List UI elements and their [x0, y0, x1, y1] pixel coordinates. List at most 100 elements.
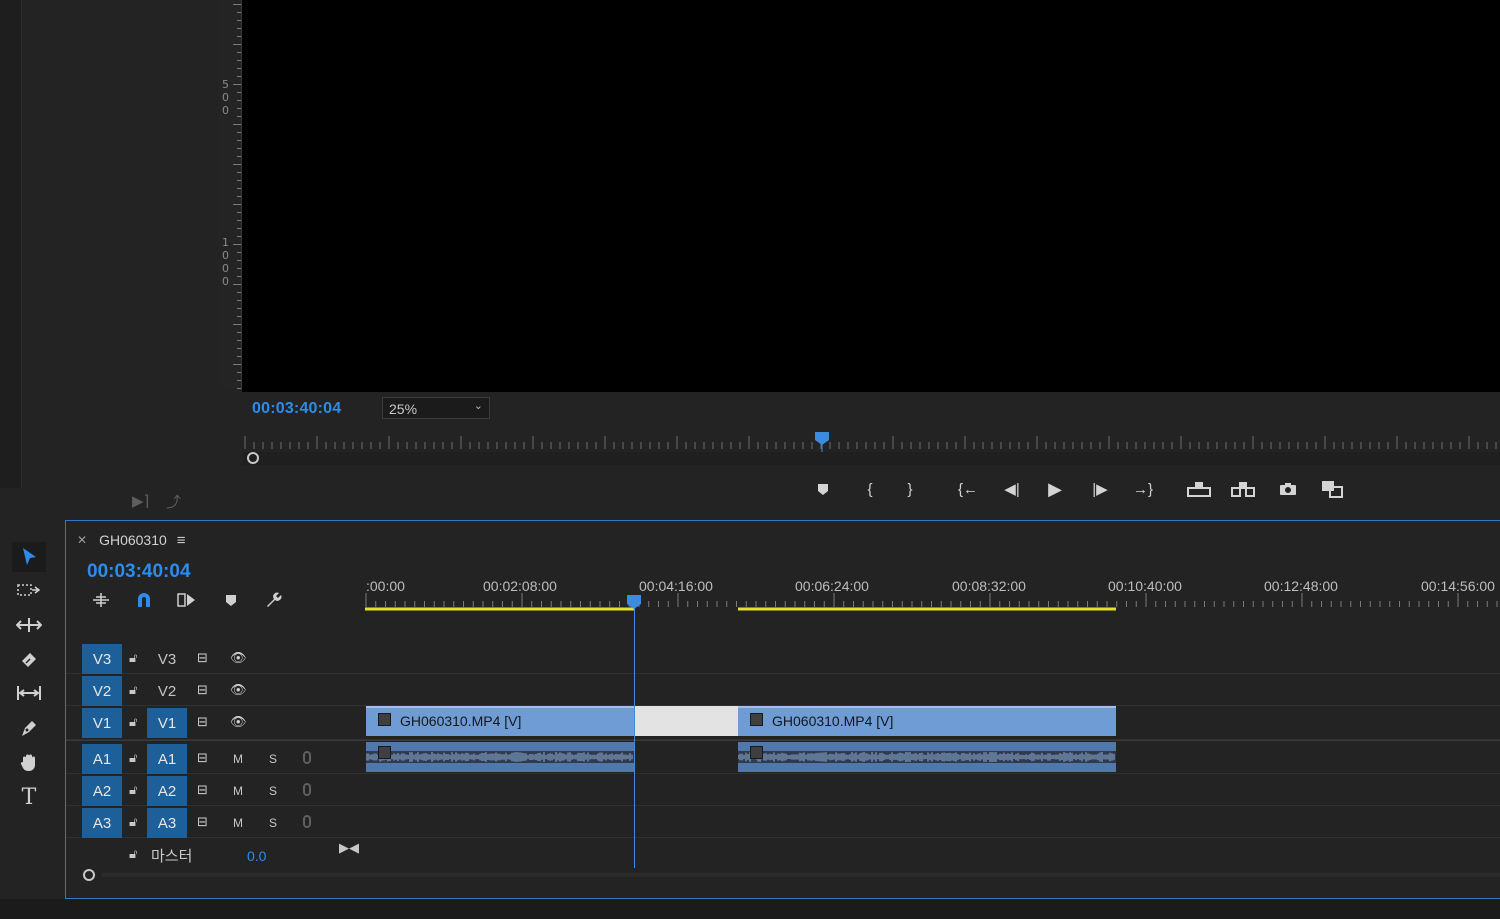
audio-clip[interactable]	[366, 742, 634, 772]
sync-lock-icon[interactable]: ⊟	[197, 782, 208, 798]
type-tool-icon[interactable]: T	[12, 782, 46, 812]
track-target-a1[interactable]: A1	[147, 744, 187, 774]
go-to-end-icon[interactable]: ▶◀	[339, 840, 359, 856]
source-patch-v2[interactable]: V2	[82, 676, 122, 706]
source-patch-a2[interactable]: A2	[82, 776, 122, 806]
camera-icon[interactable]	[1273, 474, 1303, 504]
snap-icon[interactable]	[133, 590, 155, 610]
microphone-icon[interactable]	[303, 783, 311, 796]
lock-icon[interactable]: 🔓︎	[129, 782, 143, 798]
razor-tool-icon[interactable]	[12, 644, 46, 674]
video-clip[interactable]: GH060310.MP4 [V]	[738, 706, 1116, 736]
panel-menu-icon[interactable]: ≡	[177, 532, 186, 549]
eye-icon[interactable]: 👁︎	[230, 682, 247, 698]
fx-badge-icon	[750, 746, 763, 759]
play-icon[interactable]: ▶	[1040, 474, 1070, 504]
mute-button[interactable]: M	[233, 784, 243, 798]
lock-icon[interactable]: 🔓︎	[129, 750, 143, 766]
track-target-v3[interactable]: V3	[147, 644, 187, 674]
zoom-dropdown[interactable]: 25% ⌄	[382, 397, 490, 419]
ruler-tick	[233, 324, 241, 325]
sync-lock-icon[interactable]: ⊟	[197, 714, 208, 730]
playhead-line[interactable]	[634, 606, 635, 868]
timeline-time-ruler[interactable]: :00:00 00:02:08:00 00:04:16:00 00:06:24:…	[364, 571, 1500, 611]
microphone-icon[interactable]	[303, 815, 311, 828]
close-icon[interactable]: ✕	[77, 533, 87, 547]
gap-selection[interactable]	[635, 706, 738, 736]
nest-icon[interactable]	[90, 590, 112, 610]
master-volume[interactable]: 0.0	[247, 848, 266, 864]
source-patch-a1[interactable]: A1	[82, 744, 122, 774]
timeline-timecode[interactable]: 00:03:40:04	[87, 561, 191, 583]
lock-icon[interactable]: 🔓︎	[129, 714, 143, 730]
lock-icon[interactable]: 🔓︎	[129, 650, 143, 666]
add-marker-icon[interactable]	[220, 590, 242, 610]
ruler-tick	[237, 380, 241, 381]
scroll-handle[interactable]	[83, 869, 95, 881]
source-patch-v1[interactable]: V1	[82, 708, 122, 738]
microphone-icon[interactable]	[303, 751, 311, 764]
monitor-zoom-scrollbar[interactable]	[243, 452, 1500, 465]
sequence-tab[interactable]: ✕ GH060310 ≡	[77, 530, 186, 550]
ruler-tick	[237, 12, 241, 13]
selection-tool-icon[interactable]	[12, 542, 46, 572]
linked-selection-icon[interactable]	[176, 590, 198, 610]
ruler-tick	[237, 316, 241, 317]
audio-clip[interactable]	[738, 742, 1116, 772]
ruler-tick	[237, 212, 241, 213]
step-forward-icon[interactable]: |▶	[1085, 474, 1115, 504]
scroll-handle[interactable]	[247, 452, 259, 464]
video-clip[interactable]: GH060310.MP4 [V]	[366, 706, 634, 736]
track-row-v2	[66, 674, 1500, 706]
go-to-out-icon[interactable]: →}	[1128, 474, 1158, 504]
go-to-in-icon[interactable]: {←	[953, 474, 983, 504]
track-target-v2[interactable]: V2	[147, 676, 187, 706]
add-marker-icon[interactable]	[808, 474, 838, 504]
lock-icon[interactable]: 🔓︎	[129, 682, 143, 698]
mark-out-icon[interactable]: }	[895, 474, 925, 504]
scroll-track[interactable]	[102, 873, 1500, 877]
step-back-icon[interactable]: ◀|	[997, 474, 1027, 504]
track-target-a2[interactable]: A2	[147, 776, 187, 806]
mark-in-icon[interactable]: {	[855, 474, 885, 504]
wrench-icon[interactable]	[262, 590, 284, 610]
sync-lock-icon[interactable]: ⊟	[197, 650, 208, 666]
pen-tool-icon[interactable]	[12, 713, 46, 743]
ruler-tick	[237, 188, 241, 189]
ruler-number: 0	[222, 275, 229, 288]
solo-button[interactable]: S	[269, 784, 277, 798]
slip-tool-icon[interactable]	[12, 678, 46, 708]
monitor-time-ruler[interactable]	[243, 432, 1500, 452]
timeline-zoom-scrollbar[interactable]	[78, 866, 1500, 886]
solo-button[interactable]: S	[269, 816, 277, 830]
track-target-v1[interactable]: V1	[147, 708, 187, 738]
video-preview[interactable]	[242, 0, 1500, 392]
sync-lock-icon[interactable]: ⊟	[197, 814, 208, 830]
mute-button[interactable]: M	[233, 816, 243, 830]
mute-button[interactable]: M	[233, 752, 243, 766]
monitor-timecode[interactable]: 00:03:40:04	[252, 400, 341, 418]
ripple-edit-tool-icon[interactable]	[12, 610, 46, 640]
ruler-tick	[233, 204, 241, 205]
lock-icon[interactable]: 🔓︎	[129, 846, 143, 862]
source-patch-a3[interactable]: A3	[82, 808, 122, 838]
lift-icon[interactable]	[1184, 474, 1214, 504]
eye-icon[interactable]: 👁︎	[230, 650, 247, 666]
extract-icon[interactable]	[1228, 474, 1258, 504]
ruler-tick	[237, 60, 241, 61]
monitor-playhead[interactable]	[815, 432, 829, 445]
export-icon[interactable]: ⤴	[166, 491, 181, 512]
fx-badge-icon	[378, 746, 391, 759]
track-target-a3[interactable]: A3	[147, 808, 187, 838]
solo-button[interactable]: S	[269, 752, 277, 766]
sync-lock-icon[interactable]: ⊟	[197, 682, 208, 698]
source-patch-v3[interactable]: V3	[82, 644, 122, 674]
track-row-a3	[66, 806, 1500, 838]
track-select-tool-icon[interactable]	[12, 575, 46, 605]
comparison-view-icon[interactable]	[1317, 474, 1347, 504]
sync-lock-icon[interactable]: ⊟	[197, 750, 208, 766]
lock-icon[interactable]: 🔓︎	[129, 814, 143, 830]
insert-icon[interactable]: ▶⌉	[132, 492, 149, 510]
hand-tool-icon[interactable]	[12, 747, 46, 777]
eye-icon[interactable]: 👁︎	[230, 714, 247, 730]
